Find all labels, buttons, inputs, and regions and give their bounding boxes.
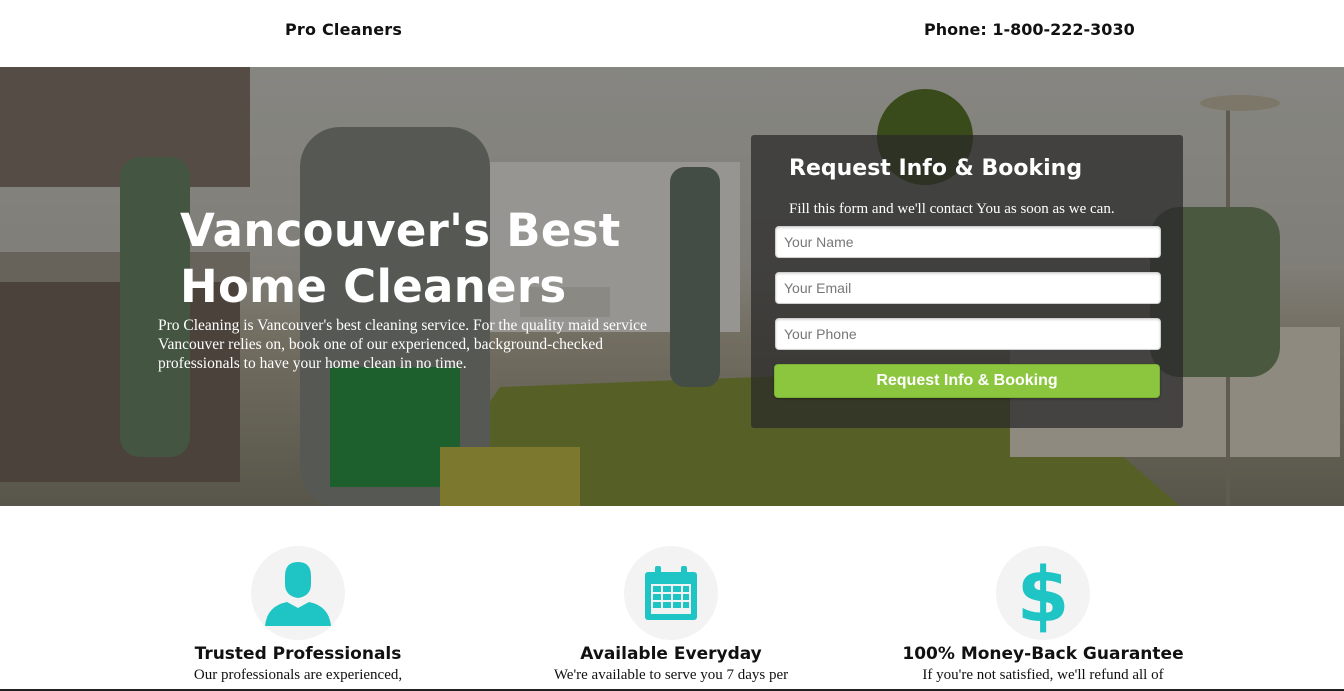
feature-text: We're available to serve you 7 days per (553, 667, 789, 683)
name-input[interactable] (775, 226, 1161, 258)
feature-title: Trusted Professionals (194, 644, 402, 664)
phone-number[interactable]: Phone: 1-800-222-3030 (924, 20, 1135, 39)
form-title: Request Info & Booking (789, 156, 1083, 181)
feature-title: Available Everyday (580, 644, 762, 664)
hero-description: Pro Cleaning is Vancouver's best cleanin… (158, 317, 647, 372)
svg-text:$: $ (1018, 553, 1068, 633)
email-input[interactable] (775, 272, 1161, 304)
features-section: Trusted Professionals Our professionals … (0, 506, 1344, 691)
feature-money-back-guarantee: $ 100% Money-Back Guarantee If you're no… (893, 506, 1193, 684)
dollar-icon: $ (996, 546, 1090, 640)
hero-title: Vancouver's Best Home Cleaners (180, 203, 700, 315)
hero-title-line2: Home Cleaners (180, 260, 567, 313)
calendar-icon (624, 546, 718, 640)
request-booking-button[interactable]: Request Info & Booking (774, 364, 1160, 398)
feature-title: 100% Money-Back Guarantee (902, 644, 1184, 664)
feature-text: If you're not satisfied, we'll refund al… (922, 667, 1164, 683)
feature-trusted-professionals: Trusted Professionals Our professionals … (148, 506, 448, 684)
form-subtitle: Fill this form and we'll contact You as … (789, 201, 1115, 217)
phone-input[interactable] (775, 318, 1161, 350)
feature-available-everyday: Available Everyday We're available to se… (521, 506, 821, 684)
feature-text: Our professionals are experienced, (193, 667, 403, 683)
person-icon (251, 546, 345, 640)
site-header: Pro Cleaners Phone: 1-800-222-3030 (0, 0, 1344, 67)
hero-title-line1: Vancouver's Best (180, 204, 621, 257)
booking-form: Request Info & Booking Fill this form an… (751, 135, 1183, 428)
brand-name[interactable]: Pro Cleaners (285, 20, 402, 39)
hero-section: Vancouver's Best Home Cleaners Pro Clean… (0, 67, 1344, 506)
